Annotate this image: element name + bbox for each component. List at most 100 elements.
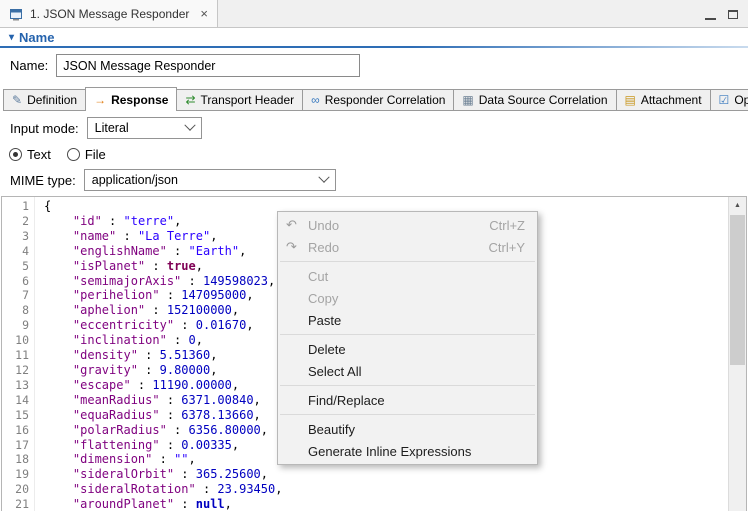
section-divider bbox=[0, 46, 748, 48]
line-number: 1 bbox=[22, 199, 29, 213]
line-number: 3 bbox=[22, 228, 29, 243]
tab-options[interactable]: ☑ Options bbox=[709, 89, 748, 110]
menu-item-label: Beautify bbox=[308, 421, 355, 437]
tab-label: Data Source Correlation bbox=[478, 93, 608, 107]
view-controls bbox=[705, 0, 738, 28]
line-number: 16 bbox=[15, 422, 29, 437]
menu-item-redo: ↷ Redo Ctrl+Y bbox=[278, 236, 537, 258]
code-line: "sideralRotation" : 23.93450, bbox=[72, 482, 283, 497]
menu-item-copy: Copy bbox=[278, 287, 537, 309]
input-mode-label: Input mode: bbox=[10, 120, 79, 136]
line-number: 10 bbox=[15, 333, 29, 348]
app-window: 1. JSON Message Responder × ▾ Name Name:… bbox=[0, 0, 748, 511]
config-tabbar: ✎ Definition → Response ⇄ Transport Header ∞ Re… bbox=[3, 87, 748, 111]
line-number: 18 bbox=[15, 452, 29, 467]
name-row: Name: bbox=[10, 54, 361, 77]
mime-type-value: application/json bbox=[91, 173, 178, 187]
undo-icon: ↶ bbox=[286, 217, 297, 232]
mime-type-row: MIME type: application/json bbox=[10, 169, 336, 191]
menu-separator bbox=[280, 261, 535, 262]
tab-response[interactable]: → Response bbox=[85, 87, 178, 111]
menu-separator bbox=[280, 385, 535, 386]
radio-text[interactable]: Text bbox=[9, 147, 51, 162]
redo-icon: ↷ bbox=[286, 239, 297, 254]
name-input[interactable] bbox=[56, 54, 361, 77]
line-number: 17 bbox=[15, 437, 29, 452]
input-mode-row: Input mode: Literal bbox=[10, 117, 202, 139]
menu-item-label: Paste bbox=[308, 312, 342, 328]
tab-definition[interactable]: ✎ Definition bbox=[3, 89, 87, 110]
name-section-header[interactable]: ▾ Name bbox=[9, 30, 54, 45]
menu-item-label: Find/Replace bbox=[308, 392, 385, 408]
menu-item-paste[interactable]: Paste bbox=[278, 309, 537, 331]
line-number-gutter: 1 2 3 4 5 6 7 8 9 10 11 12 13 14 15 16 17 18 19 20 21 bbox=[2, 197, 35, 511]
line-number: 6 bbox=[22, 273, 29, 288]
menu-item-generate-inline-expressions[interactable]: Generate Inline Expressions bbox=[278, 440, 537, 462]
scrollbar-thumb[interactable] bbox=[730, 215, 745, 365]
menu-separator bbox=[280, 414, 535, 415]
input-mode-select[interactable]: Literal bbox=[86, 117, 202, 139]
maximize-icon[interactable] bbox=[728, 9, 738, 19]
section-title: Name bbox=[19, 30, 55, 45]
name-label: Name: bbox=[10, 58, 49, 73]
chevron-down-icon bbox=[318, 171, 330, 183]
editor-tab[interactable]: 1. JSON Message Responder × bbox=[0, 0, 219, 27]
tab-label: Definition bbox=[27, 93, 78, 107]
responder-icon bbox=[10, 8, 22, 20]
mime-type-label: MIME type: bbox=[10, 172, 76, 188]
line-number: 12 bbox=[15, 362, 29, 377]
menu-item-label: Undo bbox=[308, 217, 340, 233]
radio-file[interactable]: File bbox=[66, 147, 106, 162]
tab-attachment[interactable]: ▤ Attachment bbox=[615, 89, 711, 110]
vertical-scrollbar[interactable]: ▲ bbox=[728, 197, 746, 511]
tab-label: Response bbox=[111, 93, 169, 107]
menu-item-label: Delete bbox=[308, 341, 346, 357]
editor-tab-title: 1. JSON Message Responder bbox=[30, 6, 190, 21]
menu-item-label: Generate Inline Expressions bbox=[308, 443, 472, 459]
tab-data-source-correlation[interactable]: ▦ Data Source Correlation bbox=[453, 89, 617, 110]
tab-responder-correlation[interactable]: ∞ Responder Correlation bbox=[302, 89, 455, 110]
radio-icon bbox=[66, 148, 80, 161]
menu-item-select-all[interactable]: Select All bbox=[278, 360, 537, 382]
line-number: 2 bbox=[22, 213, 29, 228]
line-number: 8 bbox=[22, 303, 29, 318]
line-number: 9 bbox=[22, 318, 29, 333]
definition-icon: ✎ bbox=[12, 93, 23, 107]
source-radio-group: Text File bbox=[9, 147, 116, 162]
collapse-icon: ▾ bbox=[9, 32, 15, 43]
menu-item-cut: Cut bbox=[278, 265, 537, 287]
mime-type-select[interactable]: application/json bbox=[83, 169, 336, 191]
menu-item-find-replace[interactable]: Find/Replace bbox=[278, 389, 537, 411]
menu-item-delete[interactable]: Delete bbox=[278, 338, 537, 360]
radio-icon bbox=[9, 148, 22, 161]
options-icon: ☑ bbox=[718, 93, 730, 107]
menu-item-label: Copy bbox=[308, 290, 339, 306]
line-number: 4 bbox=[22, 243, 29, 258]
code-line: "sideralOrbit" : 365.25600, bbox=[72, 467, 269, 482]
line-number: 13 bbox=[15, 377, 29, 392]
response-icon: → bbox=[94, 93, 107, 107]
attachment-icon: ▤ bbox=[624, 93, 636, 107]
menu-item-label: Redo bbox=[308, 239, 340, 255]
tab-transport-header[interactable]: ⇄ Transport Header bbox=[176, 89, 304, 110]
tab-label: Options bbox=[734, 93, 748, 107]
minimize-icon[interactable] bbox=[705, 9, 716, 20]
line-number: 11 bbox=[15, 348, 29, 363]
scroll-up-icon[interactable]: ▲ bbox=[729, 197, 746, 213]
input-mode-value: Literal bbox=[94, 121, 129, 135]
close-icon[interactable]: × bbox=[200, 6, 208, 21]
line-number: 7 bbox=[22, 288, 29, 303]
menu-item-shortcut: Ctrl+Y bbox=[488, 239, 525, 255]
responder-correlation-icon: ∞ bbox=[311, 93, 320, 107]
menu-item-shortcut: Ctrl+Z bbox=[489, 217, 525, 233]
menu-item-beautify[interactable]: Beautify bbox=[278, 418, 537, 440]
data-source-correlation-icon: ▦ bbox=[462, 93, 474, 107]
line-number: 19 bbox=[15, 467, 29, 482]
menu-item-label: Cut bbox=[308, 268, 329, 284]
line-number: 21 bbox=[15, 497, 29, 511]
tab-label: Attachment bbox=[640, 93, 702, 107]
menu-item-undo: ↶ Undo Ctrl+Z bbox=[278, 214, 537, 236]
radio-label: File bbox=[84, 147, 106, 162]
menu-separator bbox=[280, 334, 535, 335]
line-number: 14 bbox=[15, 392, 29, 407]
